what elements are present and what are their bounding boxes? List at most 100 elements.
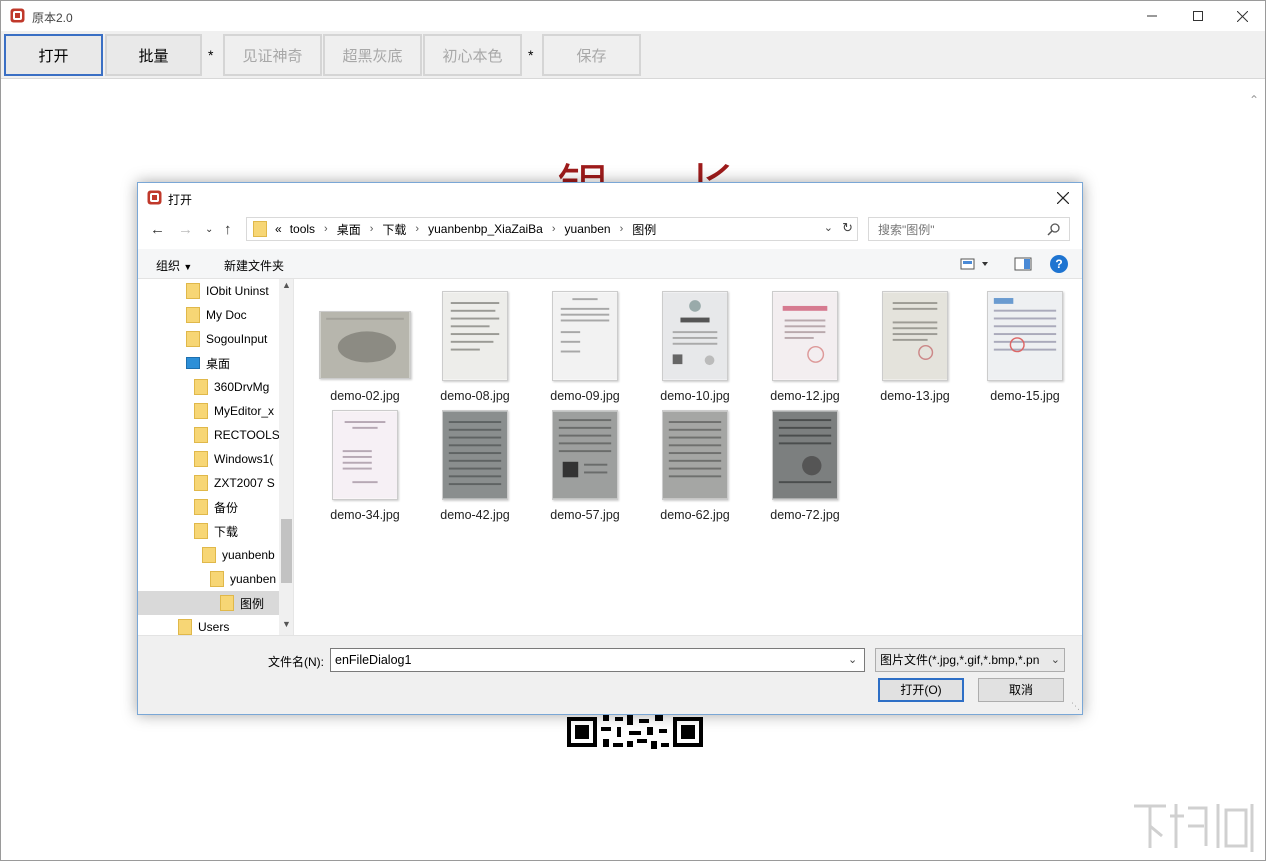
super-black-gray-button[interactable]: 超黑灰底 [323, 34, 422, 76]
close-window-button[interactable] [1219, 1, 1265, 31]
breadcrumb-separator-icon[interactable]: › [324, 223, 328, 235]
help-icon[interactable]: ? [1050, 255, 1068, 273]
maximize-button[interactable] [1175, 1, 1221, 31]
file-grid: demo-02.jpg demo-08.jpg demo-09.jpg demo… [295, 279, 1082, 635]
tree-item-label: ZXT2007 S [214, 476, 275, 490]
search-input[interactable]: 搜索"图例" [868, 217, 1070, 241]
image-thumbnail [882, 291, 948, 381]
dialog-footer: 文件名(N): enFileDialog1 ⌄ 图片文件(*.jpg,*.gif… [138, 635, 1082, 714]
tree-item-label: SogouInput [206, 332, 268, 346]
resize-grip-icon[interactable]: ⋱ [1071, 701, 1080, 712]
title-bar: 原本2.0 [1, 1, 1265, 31]
toolbar-separator: * [208, 47, 214, 63]
breadcrumb-separator-icon[interactable]: › [370, 223, 374, 235]
file-item[interactable]: demo-13.jpg [865, 291, 965, 407]
tree-scrollbar[interactable]: ▲ ▼ [279, 279, 293, 635]
tree-item[interactable]: My Doc [186, 303, 280, 327]
folder-icon [194, 427, 208, 443]
app-window: 原本2.0 打开 批量 * 见证神奇 超黑灰底 初心本色 * 保存 ⌃ 银 长 [0, 0, 1266, 861]
save-button[interactable]: 保存 [542, 34, 641, 76]
tree-item[interactable]: SogouInput [186, 327, 280, 351]
dialog-close-button[interactable] [1048, 185, 1078, 211]
tree-item[interactable]: IObit Uninst [186, 279, 280, 303]
image-thumbnail [772, 291, 838, 381]
breadcrumb-item[interactable]: 图例 [632, 221, 656, 238]
scrollbar-thumb[interactable] [281, 519, 292, 583]
minimize-button[interactable] [1129, 1, 1175, 31]
tree-item-desktop[interactable]: 桌面 [186, 351, 280, 375]
scroll-up-icon[interactable]: ⌃ [1249, 93, 1259, 107]
tree-item[interactable]: 下载 [194, 519, 280, 543]
open-button[interactable]: 打开 [4, 34, 103, 76]
window-title: 原本2.0 [32, 11, 73, 25]
witness-magic-button[interactable]: 见证神奇 [223, 34, 322, 76]
up-arrow-icon[interactable]: ↑ [224, 221, 232, 238]
new-folder-button[interactable]: 新建文件夹 [224, 257, 284, 274]
forward-arrow-icon[interactable]: → [178, 221, 193, 238]
filename-dropdown-icon[interactable]: ⌄ [848, 653, 857, 666]
file-item[interactable]: demo-10.jpg [645, 291, 745, 407]
app-logo-icon [10, 8, 25, 23]
file-item[interactable]: demo-08.jpg [425, 291, 525, 407]
tree-item[interactable]: yuanbenb [202, 543, 280, 567]
tree-item[interactable]: 360DrvMg [194, 375, 280, 399]
organize-menu[interactable]: 组织 ▼ [156, 257, 192, 274]
folder-icon [202, 547, 216, 563]
dialog-title: 打开 [168, 193, 193, 207]
tree-item-label: yuanbenb [222, 548, 275, 562]
back-arrow-icon[interactable]: ← [150, 221, 165, 238]
view-mode-icon[interactable] [960, 257, 988, 271]
app-logo-icon [147, 190, 162, 205]
toolbar-separator: * [528, 47, 534, 63]
tree-item[interactable]: RECTOOLS [194, 423, 280, 447]
breadcrumb-item[interactable]: tools [290, 222, 315, 236]
folder-icon [253, 221, 267, 237]
original-color-button[interactable]: 初心本色 [423, 34, 522, 76]
filename-label: 文件名(N): [268, 655, 324, 669]
file-item[interactable]: demo-09.jpg [535, 291, 635, 407]
address-overflow[interactable]: « [275, 222, 282, 236]
file-item[interactable]: demo-34.jpg [315, 410, 415, 526]
tree-item[interactable]: Users [178, 615, 280, 635]
scroll-up-icon[interactable]: ▲ [282, 280, 291, 290]
file-name: demo-34.jpg [330, 508, 400, 522]
breadcrumb-separator-icon[interactable]: › [620, 223, 624, 235]
refresh-icon[interactable]: ↻ [842, 220, 853, 236]
file-item[interactable]: demo-15.jpg [975, 291, 1075, 407]
breadcrumb-separator-icon[interactable]: › [552, 223, 556, 235]
tree-item-label: My Doc [206, 308, 247, 322]
file-name: demo-15.jpg [990, 389, 1060, 403]
breadcrumb-item[interactable]: 桌面 [337, 221, 361, 238]
preview-pane-icon[interactable] [1014, 257, 1032, 271]
close-icon [1236, 10, 1248, 22]
tree-item[interactable]: 备份 [194, 495, 280, 519]
tree-item-selected[interactable]: 图例 [138, 591, 279, 615]
file-item[interactable]: demo-62.jpg [645, 410, 745, 526]
address-dropdown-icon[interactable]: ⌄ [824, 221, 833, 234]
breadcrumb-item[interactable]: yuanbenbp_XiaZaiBa [428, 222, 543, 236]
file-item[interactable]: demo-42.jpg [425, 410, 525, 526]
recent-locations-chevron-icon[interactable]: ⌄ [205, 224, 213, 235]
breadcrumb-separator-icon[interactable]: › [415, 223, 419, 235]
tree-item[interactable]: MyEditor_x [194, 399, 280, 423]
file-name: demo-57.jpg [550, 508, 620, 522]
folder-tree: IObit Uninst My Doc SogouInput 桌面 360Drv… [138, 279, 294, 635]
breadcrumb-item[interactable]: yuanben [565, 222, 611, 236]
file-item[interactable]: demo-72.jpg [755, 410, 855, 526]
tree-item[interactable]: yuanben [210, 567, 280, 591]
file-item[interactable]: demo-02.jpg [315, 291, 415, 407]
tree-item[interactable]: Windows1( [194, 447, 280, 471]
tree-item[interactable]: ZXT2007 S [194, 471, 280, 495]
file-item[interactable]: demo-57.jpg [535, 410, 635, 526]
dialog-open-button[interactable]: 打开(O) [878, 678, 964, 702]
address-bar[interactable]: « tools › 桌面 › 下载 › yuanbenbp_XiaZaiBa ›… [246, 217, 858, 241]
tree-item-label: 桌面 [206, 356, 231, 371]
batch-button[interactable]: 批量 [105, 34, 202, 76]
filename-input[interactable]: enFileDialog1 [330, 648, 865, 672]
scroll-down-icon[interactable]: ▼ [282, 619, 291, 629]
file-type-select[interactable]: 图片文件(*.jpg,*.gif,*.bmp,*.pn ⌄ [875, 648, 1065, 672]
file-item[interactable]: demo-12.jpg [755, 291, 855, 407]
image-thumbnail [662, 291, 728, 381]
dialog-cancel-button[interactable]: 取消 [978, 678, 1064, 702]
breadcrumb-item[interactable]: 下载 [382, 221, 406, 238]
